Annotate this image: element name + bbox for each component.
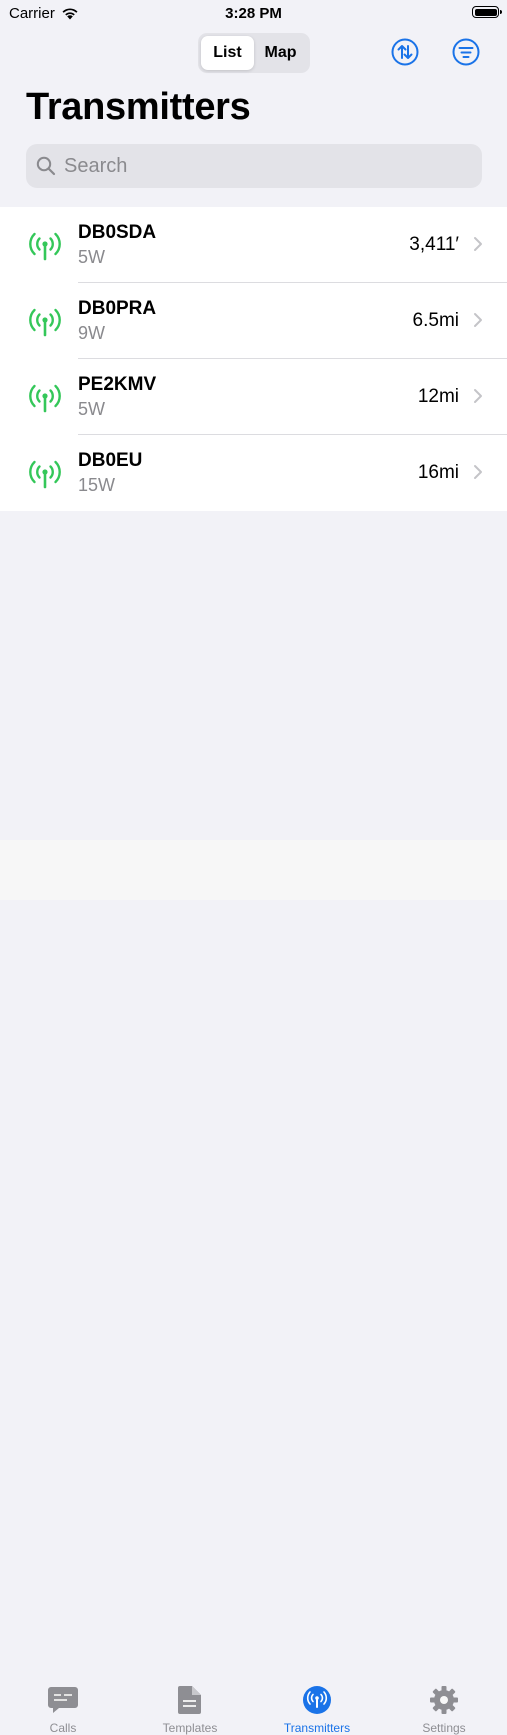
antenna-icon [29, 384, 61, 413]
message-icon [48, 1687, 78, 1713]
transmitter-name: DB0SDA [78, 222, 157, 243]
transmitter-power: 5W [78, 399, 105, 419]
antenna-icon [29, 232, 61, 261]
tab-label: Templates [162, 1721, 218, 1735]
chevron-right-icon [474, 313, 482, 327]
tab-settings[interactable]: Settings [381, 1685, 507, 1735]
tab-bar: Calls Templates Transmitters Settings [0, 840, 507, 1735]
transmitter-power: 15W [78, 475, 116, 495]
tab-label: Calls [49, 1721, 77, 1735]
segment-map[interactable]: Map [254, 36, 307, 70]
tab-transmitters[interactable]: Transmitters [254, 1685, 380, 1735]
transmitter-row[interactable]: DB0SDA 5W 3,411′ [0, 207, 507, 283]
transmitter-name: DB0EU [78, 450, 143, 471]
battery-icon [472, 6, 502, 18]
tab-calls[interactable]: Calls [0, 1685, 126, 1735]
gear-icon [430, 1686, 458, 1714]
tab-templates[interactable]: Templates [127, 1685, 253, 1735]
antenna-icon [303, 1686, 331, 1714]
search-input[interactable]: Search [26, 144, 482, 188]
tab-label: Settings [422, 1721, 466, 1735]
search-icon [36, 156, 56, 176]
transmitter-name: PE2KMV [78, 374, 157, 395]
transmitter-distance: 12mi [417, 386, 459, 407]
transmitter-distance: 3,411′ [409, 234, 459, 255]
transmitter-distance: 6.5mi [412, 310, 459, 331]
transmitter-name: DB0PRA [78, 298, 157, 319]
sort-button[interactable] [391, 38, 419, 66]
antenna-icon [29, 308, 61, 337]
transmitter-power: 5W [78, 247, 105, 267]
segment-list[interactable]: List [201, 36, 254, 70]
transmitter-distance: 16mi [417, 462, 459, 483]
view-mode-segmented-control: List Map [198, 33, 310, 73]
antenna-icon [29, 460, 61, 489]
search-placeholder: Search [64, 154, 128, 177]
transmitter-row[interactable]: DB0EU 15W 16mi [0, 435, 507, 511]
sort-arrows-icon [391, 38, 419, 66]
transmitter-power: 9W [78, 323, 105, 343]
filter-lines-icon [452, 38, 480, 66]
status-bar: Carrier 3:28 PM [0, 0, 507, 28]
transmitter-row[interactable]: DB0PRA 9W 6.5mi [0, 283, 507, 359]
chevron-right-icon [474, 237, 482, 251]
document-icon [178, 1686, 201, 1714]
chevron-right-icon [474, 465, 482, 479]
filter-button[interactable] [452, 38, 480, 66]
status-time: 3:28 PM [225, 5, 282, 22]
page-title: Transmitters [26, 86, 251, 128]
chevron-right-icon [474, 389, 482, 403]
tab-label: Transmitters [283, 1721, 351, 1735]
transmitter-list: DB0SDA 5W 3,411′ DB0PRA 9W 6.5mi PE2KMV … [0, 207, 507, 511]
transmitter-row[interactable]: PE2KMV 5W 12mi [0, 359, 507, 435]
